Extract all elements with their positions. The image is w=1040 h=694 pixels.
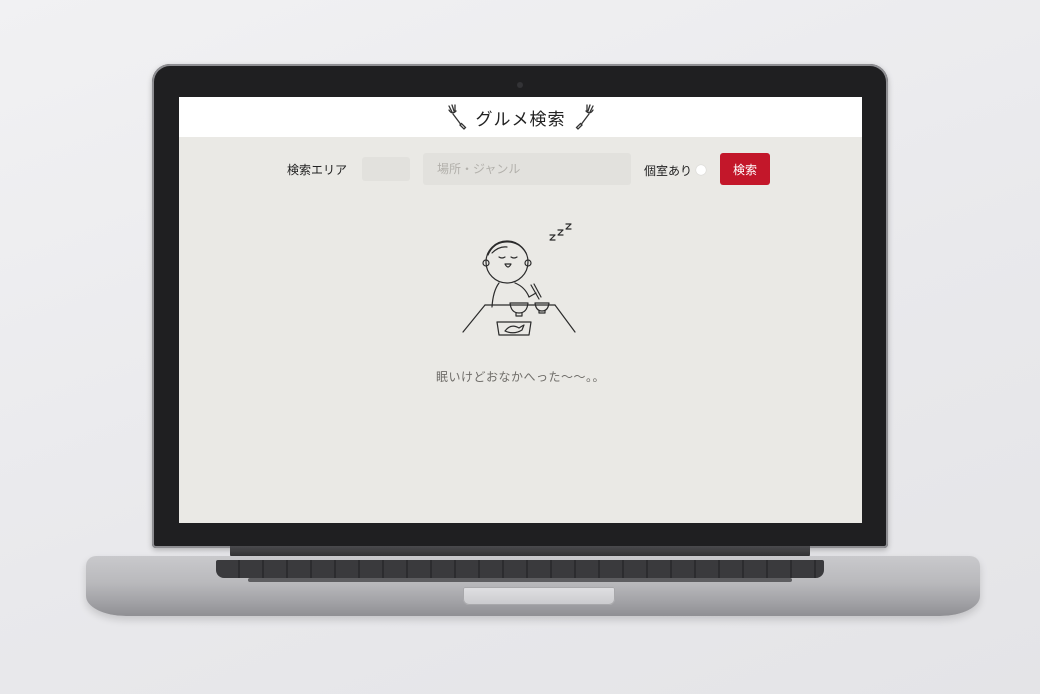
fork-icon: [575, 104, 594, 130]
area-select[interactable]: [362, 157, 410, 181]
area-label: 検索エリア: [287, 163, 348, 177]
private-room-toggle[interactable]: [696, 165, 706, 175]
keyboard: [216, 560, 824, 578]
search-button[interactable]: 検索: [720, 153, 770, 185]
brand: グルメ検索: [446, 104, 596, 130]
search-form: 検索エリア 個室あり 検索: [179, 153, 862, 185]
keyword-input[interactable]: [423, 153, 631, 185]
app-screen: グルメ検索 検索エリア 個室あり 検索: [179, 97, 862, 523]
app-title: グルメ検索: [475, 109, 566, 130]
keyboard-edge: [248, 578, 792, 582]
empty-state-message: 眠いけどおなかへった〜〜。。: [435, 370, 605, 384]
sleepy-person-eating-illustration: [462, 223, 576, 336]
header-bar: グルメ検索: [179, 97, 862, 137]
trackpad: [463, 587, 615, 605]
camera-icon: [517, 82, 523, 88]
private-room-label: 個室あり: [644, 164, 693, 178]
fork-icon: [447, 104, 466, 130]
